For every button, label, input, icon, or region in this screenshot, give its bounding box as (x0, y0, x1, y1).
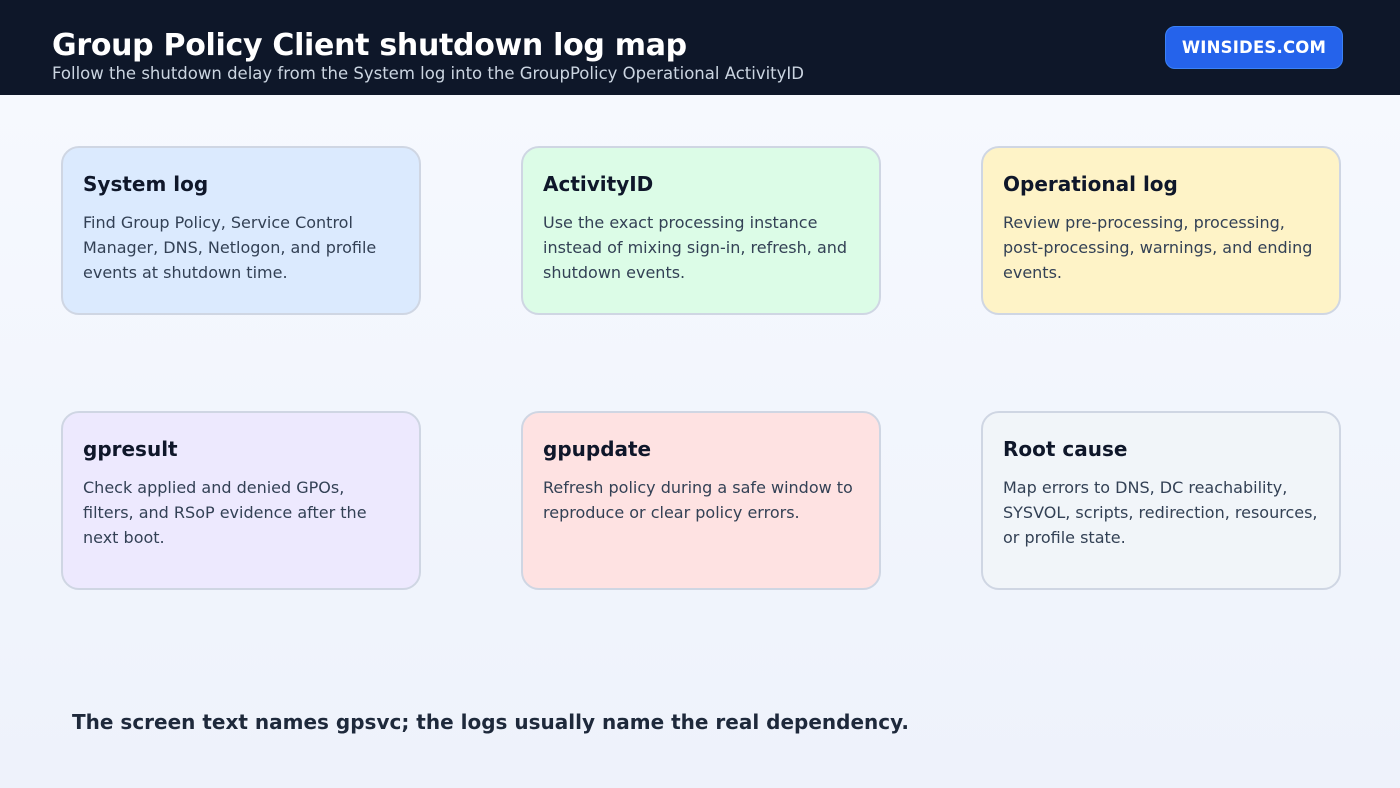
card-body: Check applied and denied GPOs, filters, … (83, 478, 367, 547)
card-operational-log: Operational log Review pre-processing, p… (981, 146, 1341, 315)
page-title: Group Policy Client shutdown log map (52, 28, 687, 63)
card-gpupdate: gpupdate Refresh policy during a safe wi… (521, 411, 881, 590)
card-title: gpupdate (543, 437, 652, 461)
card-activityid: ActivityID Use the exact processing inst… (521, 146, 881, 315)
card-root-cause: Root cause Map errors to DNS, DC reachab… (981, 411, 1341, 590)
card-body: Use the exact processing instance instea… (543, 213, 848, 282)
card-system-log: System log Find Group Policy, Service Co… (61, 146, 421, 315)
card-title: System log (83, 172, 209, 196)
card-title: Root cause (1003, 437, 1128, 461)
card-gpresult: gpresult Check applied and denied GPOs, … (61, 411, 421, 590)
page-subtitle: Follow the shutdown delay from the Syste… (52, 64, 804, 83)
card-body: Review pre-processing, processing, post-… (1003, 213, 1313, 282)
footer-note: The screen text names gpsvc; the logs us… (72, 710, 909, 734)
card-title: ActivityID (543, 172, 654, 196)
card-body: Refresh policy during a safe window to r… (543, 478, 853, 522)
card-title: Operational log (1003, 172, 1178, 196)
card-body: Find Group Policy, Service Control Manag… (83, 213, 377, 282)
header-bar: Group Policy Client shutdown log map Fol… (0, 0, 1400, 95)
brand-link-button[interactable]: WINSIDES.COM (1165, 26, 1343, 69)
card-title: gpresult (83, 437, 178, 461)
card-body: Map errors to DNS, DC reachability, SYSV… (1003, 478, 1318, 547)
